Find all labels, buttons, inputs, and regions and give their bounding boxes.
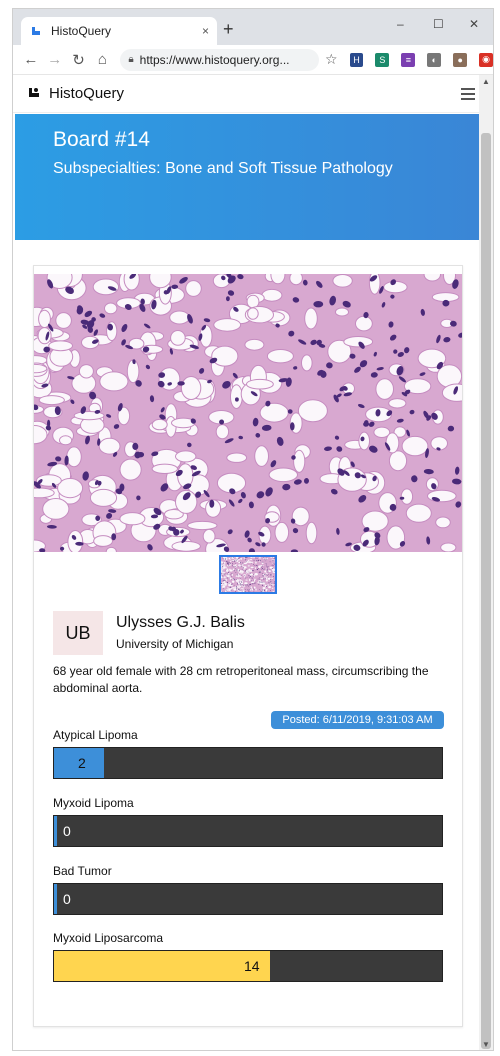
author-affiliation: University of Michigan [116, 637, 234, 651]
vote-count: 14 [244, 958, 260, 974]
vote-option-label: Atypical Lipoma [53, 728, 138, 742]
maximize-button[interactable]: ☐ [433, 17, 444, 31]
bookmark-star-icon[interactable]: ☆ [325, 51, 338, 68]
vote-bar[interactable]: 0 [53, 815, 443, 847]
board-banner: Board #14 Subspecialties: Bone and Soft … [15, 114, 479, 240]
s-extension-icon[interactable]: S [375, 52, 390, 67]
close-window-button[interactable]: ✕ [469, 17, 479, 31]
tab-title: HistoQuery [51, 24, 112, 38]
app-header: HistoQuery [13, 75, 493, 113]
hamburger-menu-icon[interactable] [461, 88, 475, 103]
reload-icon[interactable]: ↻ [67, 51, 91, 69]
vote-count: 2 [78, 755, 86, 771]
address-bar[interactable]: 🔒︎ https://www.histoquery.org... [120, 48, 320, 71]
circle-extension-icon[interactable]: ◐ [427, 52, 442, 67]
scrollbar-thumb[interactable] [481, 133, 491, 1049]
case-description: 68 year old female with 28 cm retroperit… [53, 664, 429, 695]
vote-option-label: Myxoid Lipoma [53, 796, 134, 810]
app-brand[interactable]: HistoQuery [49, 85, 124, 102]
vote-bar-fill [54, 884, 57, 914]
tab-close-icon[interactable]: × [202, 24, 209, 38]
vote-option-label: Bad Tumor [53, 864, 112, 878]
browser-toolbar: ← → ↻ ⌂ 🔒︎ https://www.histoquery.org...… [13, 45, 493, 75]
image-thumbnail[interactable] [219, 555, 277, 594]
vote-bar[interactable]: 14 [53, 950, 443, 982]
browser-window: HistoQuery × + – ☐ ✕ ← → ↻ ⌂ 🔒︎ https://… [12, 8, 494, 1051]
author-name: Ulysses G.J. Balis [116, 614, 245, 631]
back-arrow-icon[interactable]: ← [19, 51, 43, 68]
vote-count: 0 [63, 891, 71, 907]
vote-bar[interactable]: 2 [53, 747, 443, 779]
minimize-button[interactable]: – [397, 17, 404, 31]
posted-badge: Posted: 6/11/2019, 9:31:03 AM [271, 711, 444, 729]
url-text: https://www.histoquery.org... [139, 52, 290, 67]
lock-icon: 🔒︎ [128, 54, 134, 65]
profile-avatar-icon[interactable]: ● [453, 52, 468, 67]
page-scrollbar[interactable]: ▲ ▼ [479, 75, 493, 1050]
histoquery-logo-icon[interactable] [27, 85, 41, 102]
vote-bar-fill [54, 951, 270, 981]
vote-bar[interactable]: 0 [53, 883, 443, 915]
tab-bar: HistoQuery × + – ☐ ✕ [13, 9, 493, 45]
avatar: UB [53, 611, 103, 655]
browser-tab[interactable]: HistoQuery × [21, 17, 217, 45]
red-extension-icon[interactable]: ◉ [479, 52, 493, 67]
case-card: UB Ulysses G.J. Balis University of Mich… [33, 265, 463, 1027]
home-icon[interactable]: ⌂ [90, 51, 114, 68]
vote-bar-fill [54, 816, 57, 846]
vote-count: 0 [63, 823, 71, 839]
subspecialties-heading: Subspecialties: Bone and Soft Tissue Pat… [53, 160, 393, 177]
histology-image[interactable] [34, 274, 462, 552]
vote-option-label: Myxoid Liposarcoma [53, 931, 164, 945]
new-tab-button[interactable]: + [223, 19, 234, 40]
histoquery-favicon-icon [29, 24, 43, 38]
purple-extension-icon[interactable]: ≡ [401, 52, 416, 67]
forward-arrow-icon[interactable]: → [43, 51, 67, 68]
board-title: Board #14 [53, 128, 150, 151]
h-extension-icon[interactable]: H [349, 52, 364, 67]
scroll-up-arrow-icon[interactable]: ▲ [479, 75, 493, 89]
scroll-down-arrow-icon[interactable]: ▼ [479, 1038, 493, 1050]
